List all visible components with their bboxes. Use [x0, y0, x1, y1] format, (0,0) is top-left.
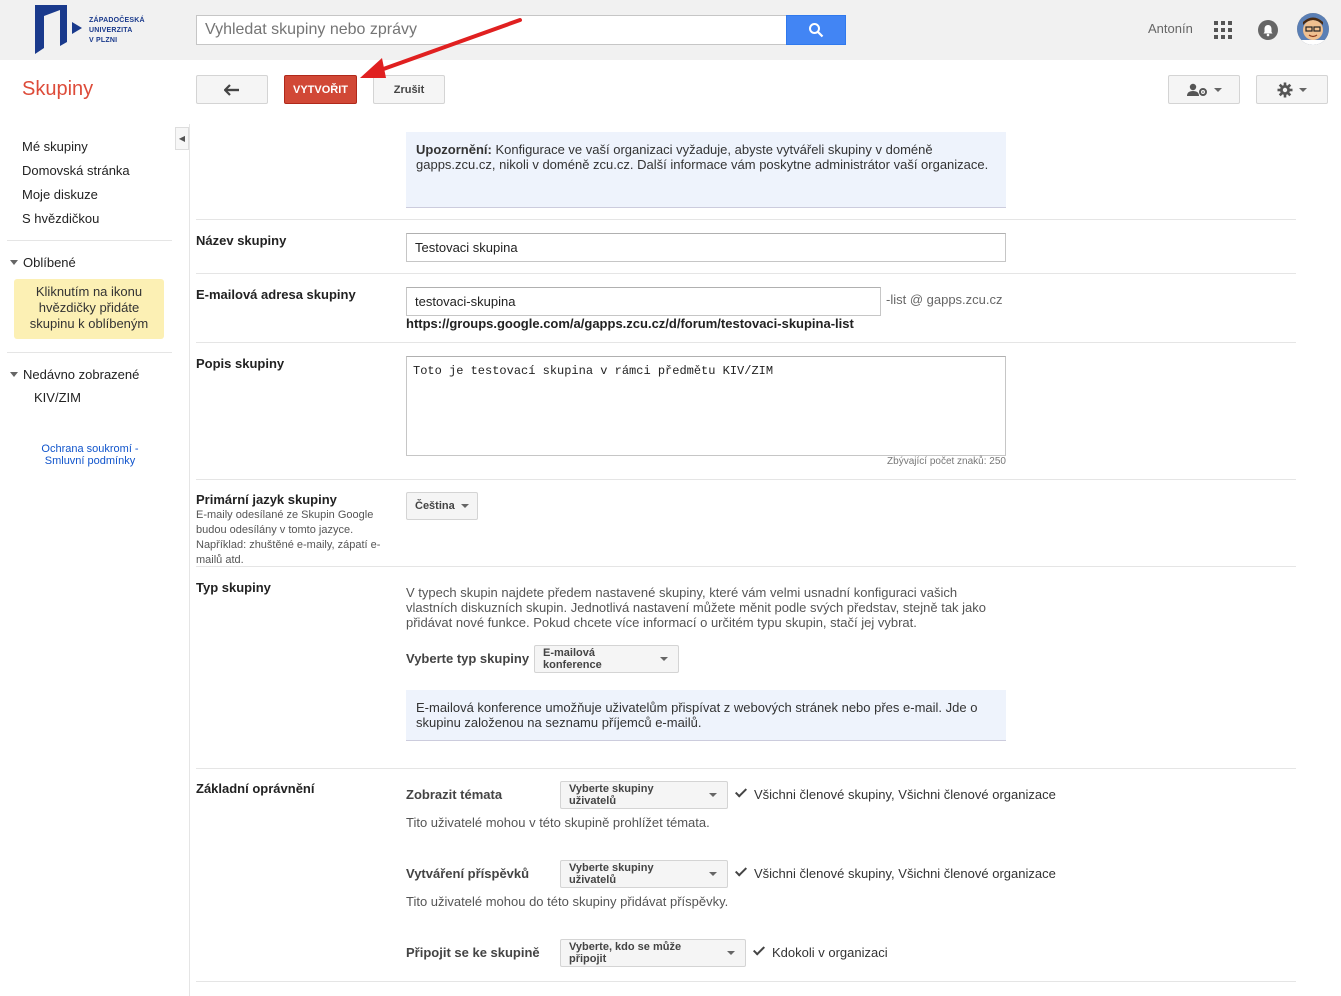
view-topics-description: Tito uživatelé mohou v této skupině proh…: [406, 815, 710, 830]
view-topics-value: Všichni členové skupiny, Všichni členové…: [734, 785, 1056, 802]
create-posts-label: Vytváření příspěvků: [406, 866, 530, 881]
group-email-label: E-mailová adresa skupiny: [196, 287, 356, 302]
group-name-input[interactable]: Testovaci skupina: [406, 233, 1006, 262]
chevron-down-icon: [1299, 87, 1307, 92]
recent-section-toggle[interactable]: Nedávno zobrazené: [10, 367, 139, 382]
warning-title: Upozornění:: [416, 142, 492, 157]
view-topics-value-text: Všichni členové skupiny, Všichni členové…: [754, 787, 1056, 802]
group-url: https://groups.google.com/a/gapps.zcu.cz…: [406, 316, 854, 331]
group-description-label: Popis skupiny: [196, 356, 285, 371]
triangle-down-icon: [10, 372, 18, 378]
triangle-down-icon: [10, 260, 18, 266]
privacy-link[interactable]: Ochrana soukromí: [41, 443, 131, 455]
apps-grid-icon[interactable]: [1214, 21, 1232, 39]
group-type-description: V typech skupin najdete předem nastavené…: [406, 585, 987, 630]
join-group-select[interactable]: Vyberte, kdo se může připojit: [560, 939, 746, 967]
join-group-value-text: Kdokoli v organizaci: [772, 945, 888, 960]
language-select[interactable]: Čeština: [406, 492, 478, 520]
divider: [196, 981, 1296, 982]
join-group-label: Připojit se ke skupině: [406, 945, 540, 960]
checkmark-icon: [752, 943, 766, 956]
app-name[interactable]: Skupiny: [22, 78, 93, 101]
chevron-down-icon: [727, 951, 735, 955]
group-type-select-label: Vyberte typ skupiny: [406, 651, 530, 666]
divider: [7, 352, 172, 353]
back-button[interactable]: [196, 75, 268, 104]
favorites-note: Kliknutím na ikonu hvězdičky přidáte sku…: [14, 279, 164, 339]
view-topics-select-value: Vyberte skupiny uživatelů: [569, 783, 654, 807]
sidebar-item-starred[interactable]: S hvězdičkou: [22, 211, 99, 226]
divider: [196, 479, 1296, 480]
create-posts-select-value: Vyberte skupiny uživatelů: [569, 862, 654, 886]
warning-text: Konfigurace ve vaší organizaci vyžaduje,…: [416, 142, 989, 172]
chevron-down-icon: [460, 504, 469, 508]
sidebar-item-my-discussions[interactable]: Moje diskuze: [22, 187, 98, 202]
divider: [196, 342, 1296, 343]
divider: [196, 768, 1296, 769]
domain-warning: Upozornění: Konfigurace ve vaší organiza…: [406, 132, 1006, 208]
favorites-section-toggle[interactable]: Oblíbené: [10, 255, 76, 270]
chevron-down-icon: [660, 657, 668, 661]
recent-item-kiv-zim[interactable]: KIV/ZIM: [34, 390, 81, 405]
create-button[interactable]: VYTVOŘIT: [284, 75, 357, 104]
group-name-label: Název skupiny: [196, 233, 287, 248]
group-type-info: E-mailová konference umožňuje uživatelům…: [406, 690, 1006, 741]
chevron-down-icon: [709, 793, 717, 797]
group-description-textarea[interactable]: Toto je testovací skupina v rámci předmě…: [406, 356, 1006, 456]
group-type-select[interactable]: E-mailová konference: [534, 645, 679, 673]
primary-language-label: Primární jazyk skupiny: [196, 492, 337, 507]
group-type-label: Typ skupiny: [196, 580, 271, 595]
divider: [196, 566, 1296, 567]
language-select-value: Čeština: [415, 500, 455, 512]
sidebar-item-home[interactable]: Domovská stránka: [22, 163, 130, 178]
favorites-label: Oblíbené: [23, 255, 76, 270]
footer-links: Ochrana soukromí - Smluvní podmínky: [41, 443, 139, 467]
create-posts-description: Tito uživatelé mohou do této skupiny při…: [406, 894, 729, 909]
search-button[interactable]: [786, 15, 846, 45]
gear-icon: [1277, 82, 1293, 97]
basic-permissions-label: Základní oprávnění: [196, 781, 315, 796]
primary-language-hint: E-maily odesílané ze Skupin Google budou…: [196, 509, 381, 566]
user-name[interactable]: Antonín: [1148, 21, 1193, 36]
group-type-select-value: E-mailová konference: [543, 647, 602, 671]
view-topics-select[interactable]: Vyberte skupiny uživatelů: [560, 781, 728, 809]
checkmark-icon: [734, 864, 748, 877]
settings-button[interactable]: [1256, 75, 1328, 104]
collapse-chevron-icon[interactable]: ◀: [175, 127, 189, 150]
email-domain-suffix: -list @ gapps.zcu.cz: [886, 292, 1003, 307]
create-posts-value: Všichni členové skupiny, Všichni členové…: [734, 864, 1056, 881]
divider: [7, 240, 172, 241]
people-settings-button[interactable]: [1168, 75, 1240, 104]
red-pointer-arrow: [360, 18, 522, 78]
avatar[interactable]: [1297, 13, 1329, 45]
chevron-down-icon: [1214, 87, 1222, 92]
terms-link[interactable]: Smluvní podmínky: [45, 455, 135, 467]
join-group-value: Kdokoli v organizaci: [752, 943, 888, 960]
create-posts-value-text: Všichni členové skupiny, Všichni členové…: [754, 866, 1056, 881]
remaining-chars: Zbývající počet znaků: 250: [887, 456, 1006, 467]
divider: [196, 273, 1296, 274]
view-topics-label: Zobrazit témata: [406, 787, 503, 802]
university-logo-text: ZÁPADOČESKÁ UNIVERZITA V PLZNI: [89, 17, 145, 44]
sidebar-item-my-groups[interactable]: Mé skupiny: [22, 139, 88, 154]
join-group-select-value: Vyberte, kdo se může připojit: [569, 941, 682, 965]
group-email-input[interactable]: testovaci-skupina: [406, 287, 881, 316]
top-bar: ZÁPADOČESKÁ UNIVERZITA V PLZNI Antonín: [0, 0, 1341, 60]
divider: [196, 219, 1296, 220]
search-icon: [809, 23, 824, 38]
back-arrow-icon: [224, 83, 239, 96]
chevron-down-icon: [709, 872, 717, 876]
people-settings-icon: [1187, 83, 1207, 96]
notifications-icon[interactable]: [1258, 20, 1278, 40]
checkmark-icon: [734, 785, 748, 798]
create-posts-select[interactable]: Vyberte skupiny uživatelů: [560, 860, 728, 888]
recent-label: Nedávno zobrazené: [23, 367, 140, 382]
